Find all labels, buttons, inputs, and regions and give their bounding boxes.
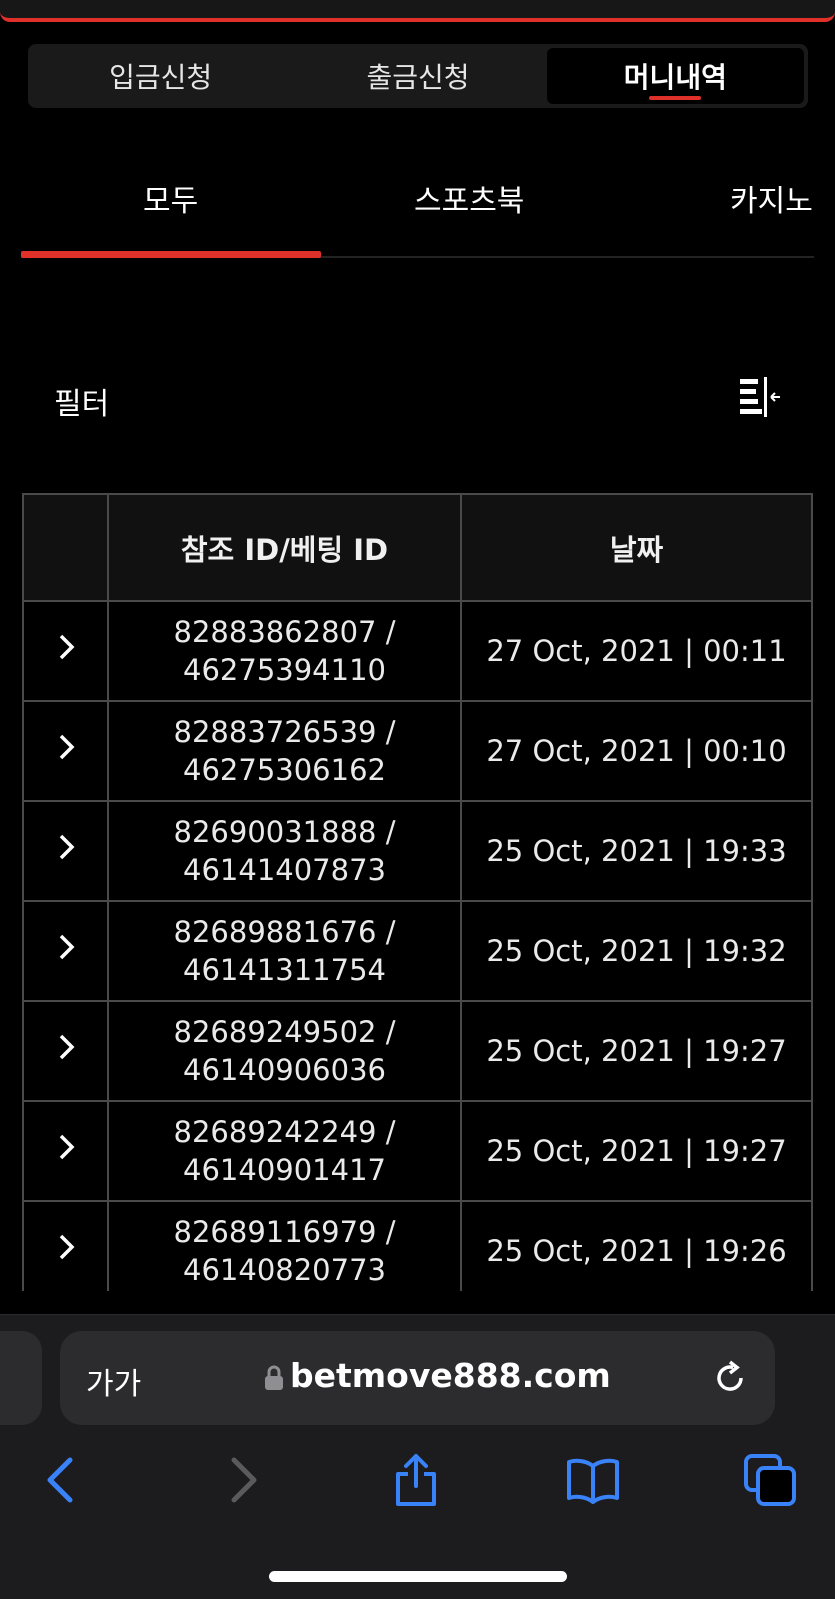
chevron-right-icon xyxy=(59,634,74,659)
table-row[interactable]: 82883862807 / 46275394110 27 Oct, 2021 | … xyxy=(22,600,813,702)
tab-label: 출금신청 xyxy=(366,61,470,94)
bet-id: 46275306162 xyxy=(183,753,386,787)
ref-id: 82689116979 / xyxy=(173,1215,396,1249)
chevron-right-icon xyxy=(59,934,74,959)
ref-bet-id-cell: 82690031888 / 46141407873 xyxy=(107,800,462,902)
ref-id: 82689881676 / xyxy=(173,915,396,949)
date-cell: 25 Oct, 2021 | 19:27 xyxy=(460,1000,813,1102)
ref-id: 82883862807 / xyxy=(173,615,396,649)
bet-id: 46140906036 xyxy=(183,1053,386,1087)
table-row[interactable]: 82689249502 / 46140906036 25 Oct, 2021 | … xyxy=(22,1000,813,1102)
subtab-all[interactable]: 모두 xyxy=(143,176,198,220)
expand-cell[interactable] xyxy=(22,1000,109,1102)
date-cell: 25 Oct, 2021 | 19:32 xyxy=(460,900,813,1002)
table-row[interactable]: 82883726539 / 46275306162 27 Oct, 2021 | … xyxy=(22,700,813,802)
ref-bet-id-cell: 82689116979 / 46140820773 xyxy=(107,1200,462,1291)
bet-id: 46140820773 xyxy=(183,1253,386,1287)
chevron-right-icon xyxy=(59,1234,74,1259)
home-indicator xyxy=(269,1571,567,1582)
tab-money-history[interactable]: 머니내역 xyxy=(546,48,804,104)
bookmarks-icon[interactable] xyxy=(565,1452,621,1508)
table-row[interactable]: 82690031888 / 46141407873 25 Oct, 2021 | … xyxy=(22,800,813,902)
header-date: 날짜 xyxy=(460,493,813,602)
history-category-tabs: 모두 스포츠북 카지노 xyxy=(21,150,814,258)
back-icon[interactable] xyxy=(34,1452,90,1508)
ref-id: 82689242249 / xyxy=(173,1115,396,1149)
filter-collapse-icon[interactable] xyxy=(736,375,784,419)
expand-cell[interactable] xyxy=(22,700,109,802)
tab-withdraw-request[interactable]: 출금신청 xyxy=(289,48,546,104)
date-cell: 27 Oct, 2021 | 00:10 xyxy=(460,700,813,802)
table-row[interactable]: 82689242249 / 46140901417 25 Oct, 2021 | … xyxy=(22,1100,813,1202)
tab-deposit-request[interactable]: 입금신청 xyxy=(32,48,289,104)
expand-cell[interactable] xyxy=(22,900,109,1002)
money-history-table: 참조 ID/베팅 ID 날짜 82883862807 / 46275394110 … xyxy=(22,493,813,1291)
tab-label: 입금신청 xyxy=(109,61,213,94)
tabs-icon[interactable] xyxy=(742,1452,798,1508)
top-header-bar xyxy=(0,0,835,22)
ref-bet-id-cell: 82689249502 / 46140906036 xyxy=(107,1000,462,1102)
reload-icon[interactable] xyxy=(711,1359,749,1397)
chevron-right-icon xyxy=(59,734,74,759)
expand-cell[interactable] xyxy=(22,800,109,902)
text-size-button[interactable]: 가가 xyxy=(86,1359,141,1403)
ref-id: 82883726539 / xyxy=(173,715,396,749)
chevron-right-icon xyxy=(59,1034,74,1059)
chevron-right-icon xyxy=(59,1134,74,1159)
expand-cell[interactable] xyxy=(22,600,109,702)
date-cell: 25 Oct, 2021 | 19:33 xyxy=(460,800,813,902)
date-cell: 25 Oct, 2021 | 19:27 xyxy=(460,1100,813,1202)
ref-bet-id-cell: 82689881676 / 46141311754 xyxy=(107,900,462,1002)
date-cell: 25 Oct, 2021 | 19:26 xyxy=(460,1200,813,1291)
bet-id: 46141311754 xyxy=(183,953,386,987)
tab-label: 머니내역 xyxy=(623,61,727,94)
table-row[interactable]: 82689881676 / 46141311754 25 Oct, 2021 | … xyxy=(22,900,813,1002)
subtab-sportsbook[interactable]: 스포츠북 xyxy=(414,176,524,220)
expand-cell[interactable] xyxy=(22,1100,109,1202)
ref-bet-id-cell: 82689242249 / 46140901417 xyxy=(107,1100,462,1202)
active-tab-underline xyxy=(649,96,702,100)
filter-row: 필터 xyxy=(54,375,784,423)
money-segmented-control: 입금신청 출금신청 머니내역 xyxy=(28,44,808,108)
table-header-row: 참조 ID/베팅 ID 날짜 xyxy=(22,493,813,602)
share-icon[interactable] xyxy=(388,1452,444,1508)
url-text: betmove888.com xyxy=(290,1356,611,1395)
header-expand xyxy=(22,493,109,602)
ref-id: 82690031888 / xyxy=(173,815,396,849)
table-row[interactable]: 82689116979 / 46140820773 25 Oct, 2021 | … xyxy=(22,1200,813,1291)
forward-icon[interactable] xyxy=(214,1452,270,1508)
address-bar[interactable]: 가가 betmove888.com xyxy=(60,1331,775,1425)
ref-id: 82689249502 / xyxy=(173,1015,396,1049)
bet-id: 46275394110 xyxy=(183,653,386,687)
subtab-casino[interactable]: 카지노 xyxy=(730,176,813,220)
expand-cell[interactable] xyxy=(22,1200,109,1291)
active-subtab-indicator xyxy=(21,251,321,258)
date-cell: 27 Oct, 2021 | 00:11 xyxy=(460,600,813,702)
bet-id: 46141407873 xyxy=(183,853,386,887)
filter-label: 필터 xyxy=(54,387,110,422)
previous-tab-preview[interactable] xyxy=(0,1331,42,1425)
ref-bet-id-cell: 82883862807 / 46275394110 xyxy=(107,600,462,702)
ref-bet-id-cell: 82883726539 / 46275306162 xyxy=(107,700,462,802)
lock-icon xyxy=(265,1365,283,1390)
header-ref-bet-id: 참조 ID/베팅 ID xyxy=(107,493,462,602)
bet-id: 46140901417 xyxy=(183,1153,386,1187)
chevron-right-icon xyxy=(59,834,74,859)
